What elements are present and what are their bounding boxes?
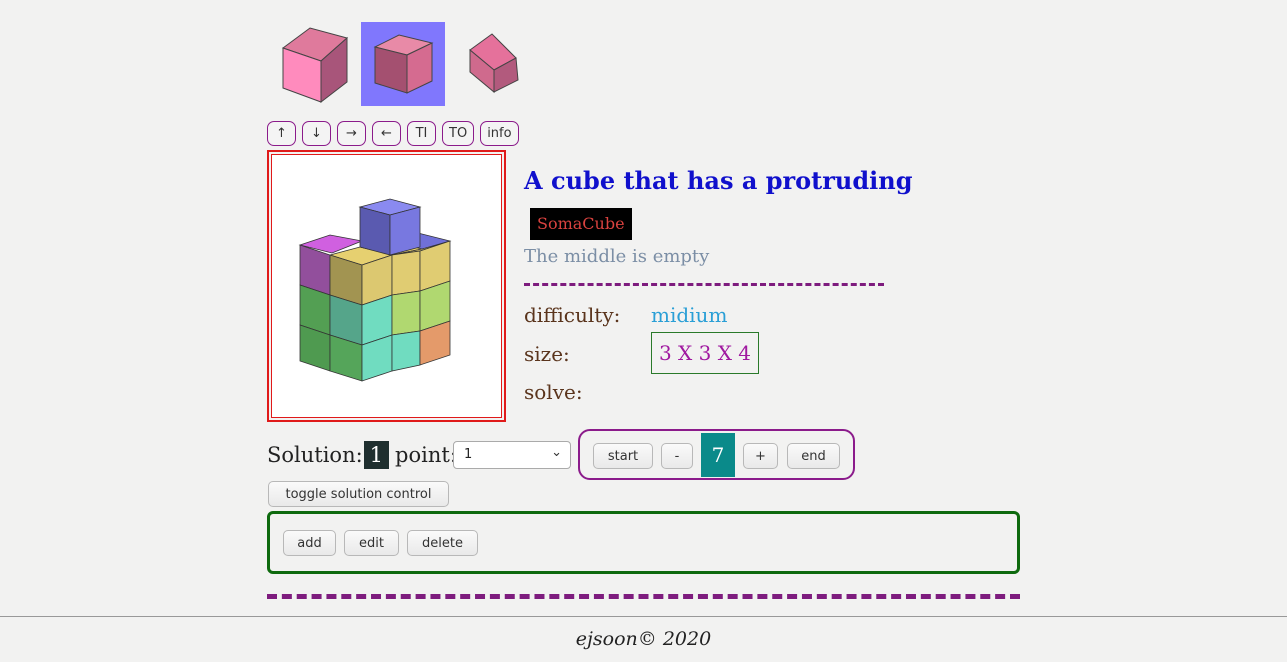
puzzle-tag[interactable]: SomaCube xyxy=(530,208,632,240)
step-forward-button[interactable]: + xyxy=(743,443,778,469)
size-label: size: xyxy=(524,342,570,366)
down-arrow-button[interactable]: ↓ xyxy=(302,121,331,146)
footer: ejsoon© 2020 xyxy=(0,616,1287,662)
point-select-value: 1 xyxy=(464,447,473,462)
solution-label: Solution: xyxy=(267,443,363,467)
edit-controls: add edit delete xyxy=(267,511,1020,574)
bottom-divider xyxy=(267,594,1020,599)
to-button[interactable]: TO xyxy=(442,121,475,146)
point-label: point: xyxy=(395,443,457,467)
point-select[interactable]: 1 ⌄ xyxy=(453,441,571,469)
footer-text: ejsoon© 2020 xyxy=(575,628,712,650)
add-button[interactable]: add xyxy=(283,530,336,556)
puzzle-preview-canvas xyxy=(271,154,502,418)
difficulty-value: midium xyxy=(651,303,728,327)
info-divider xyxy=(524,283,884,286)
current-step: 7 xyxy=(701,433,735,477)
solve-label: solve: xyxy=(524,380,583,404)
size-value: 3 X 3 X 4 xyxy=(651,332,759,374)
thumb-dark-pink-cube[interactable] xyxy=(361,22,445,106)
step-back-button[interactable]: - xyxy=(661,443,693,469)
chevron-down-icon: ⌄ xyxy=(551,445,562,460)
puzzle-info: A cube that has a protruding SomaCube Th… xyxy=(524,166,913,404)
thumb-pink-cube[interactable] xyxy=(270,22,354,106)
info-button[interactable]: info xyxy=(480,121,519,146)
soma-cube-illustration xyxy=(298,198,452,382)
solution-number: 1 xyxy=(363,441,390,469)
solution-row: Solution: 1 point: xyxy=(267,438,457,472)
puzzle-subtitle: The middle is empty xyxy=(524,246,710,267)
edit-button[interactable]: edit xyxy=(344,530,399,556)
right-arrow-button[interactable]: → xyxy=(337,121,366,146)
puzzle-preview xyxy=(267,150,506,422)
left-arrow-button[interactable]: ← xyxy=(372,121,401,146)
start-button[interactable]: start xyxy=(593,443,653,469)
difficulty-label: difficulty: xyxy=(524,303,621,327)
delete-button[interactable]: delete xyxy=(407,530,478,556)
toggle-solution-control-button[interactable]: toggle solution control xyxy=(268,481,449,507)
thumb-tilted-pink-cube[interactable] xyxy=(446,22,530,106)
puzzle-title: A cube that has a protruding xyxy=(524,166,913,195)
ti-button[interactable]: TI xyxy=(407,121,436,146)
step-control: start - 7 + end xyxy=(578,429,855,480)
view-nav-buttons: ↑ ↓ → ← TI TO info xyxy=(267,121,519,146)
up-arrow-button[interactable]: ↑ xyxy=(267,121,296,146)
end-button[interactable]: end xyxy=(787,443,840,469)
